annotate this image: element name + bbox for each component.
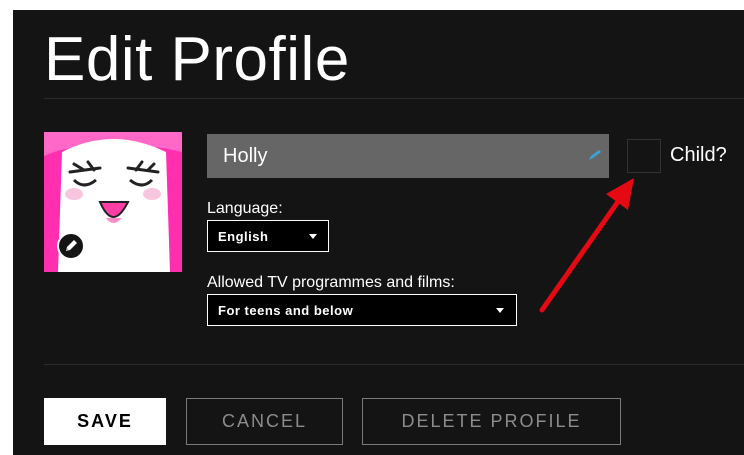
language-selected-value: English bbox=[218, 229, 269, 244]
child-checkbox[interactable] bbox=[627, 139, 661, 173]
save-button[interactable]: SAVE bbox=[44, 398, 166, 445]
pencil-icon bbox=[66, 240, 77, 251]
maturity-selected-value: For teens and below bbox=[218, 303, 354, 318]
caret-down-icon bbox=[496, 308, 504, 313]
delete-profile-button[interactable]: DELETE PROFILE bbox=[362, 398, 621, 445]
language-label: Language: bbox=[207, 200, 283, 217]
language-dropdown[interactable]: English bbox=[207, 220, 329, 252]
bottom-divider bbox=[44, 364, 744, 365]
pencil-icon bbox=[589, 150, 601, 160]
caret-down-icon bbox=[309, 234, 317, 239]
edit-profile-screen: Edit Profile Child? Language: English bbox=[13, 10, 744, 455]
page-title: Edit Profile bbox=[44, 25, 350, 94]
profile-name-input[interactable] bbox=[207, 134, 609, 178]
cancel-button[interactable]: CANCEL bbox=[186, 398, 343, 445]
top-divider bbox=[44, 98, 744, 99]
maturity-dropdown[interactable]: For teens and below bbox=[207, 294, 517, 326]
maturity-label: Allowed TV programmes and films: bbox=[207, 274, 455, 291]
edit-avatar-button[interactable] bbox=[57, 232, 85, 260]
child-label: Child? bbox=[670, 144, 727, 166]
